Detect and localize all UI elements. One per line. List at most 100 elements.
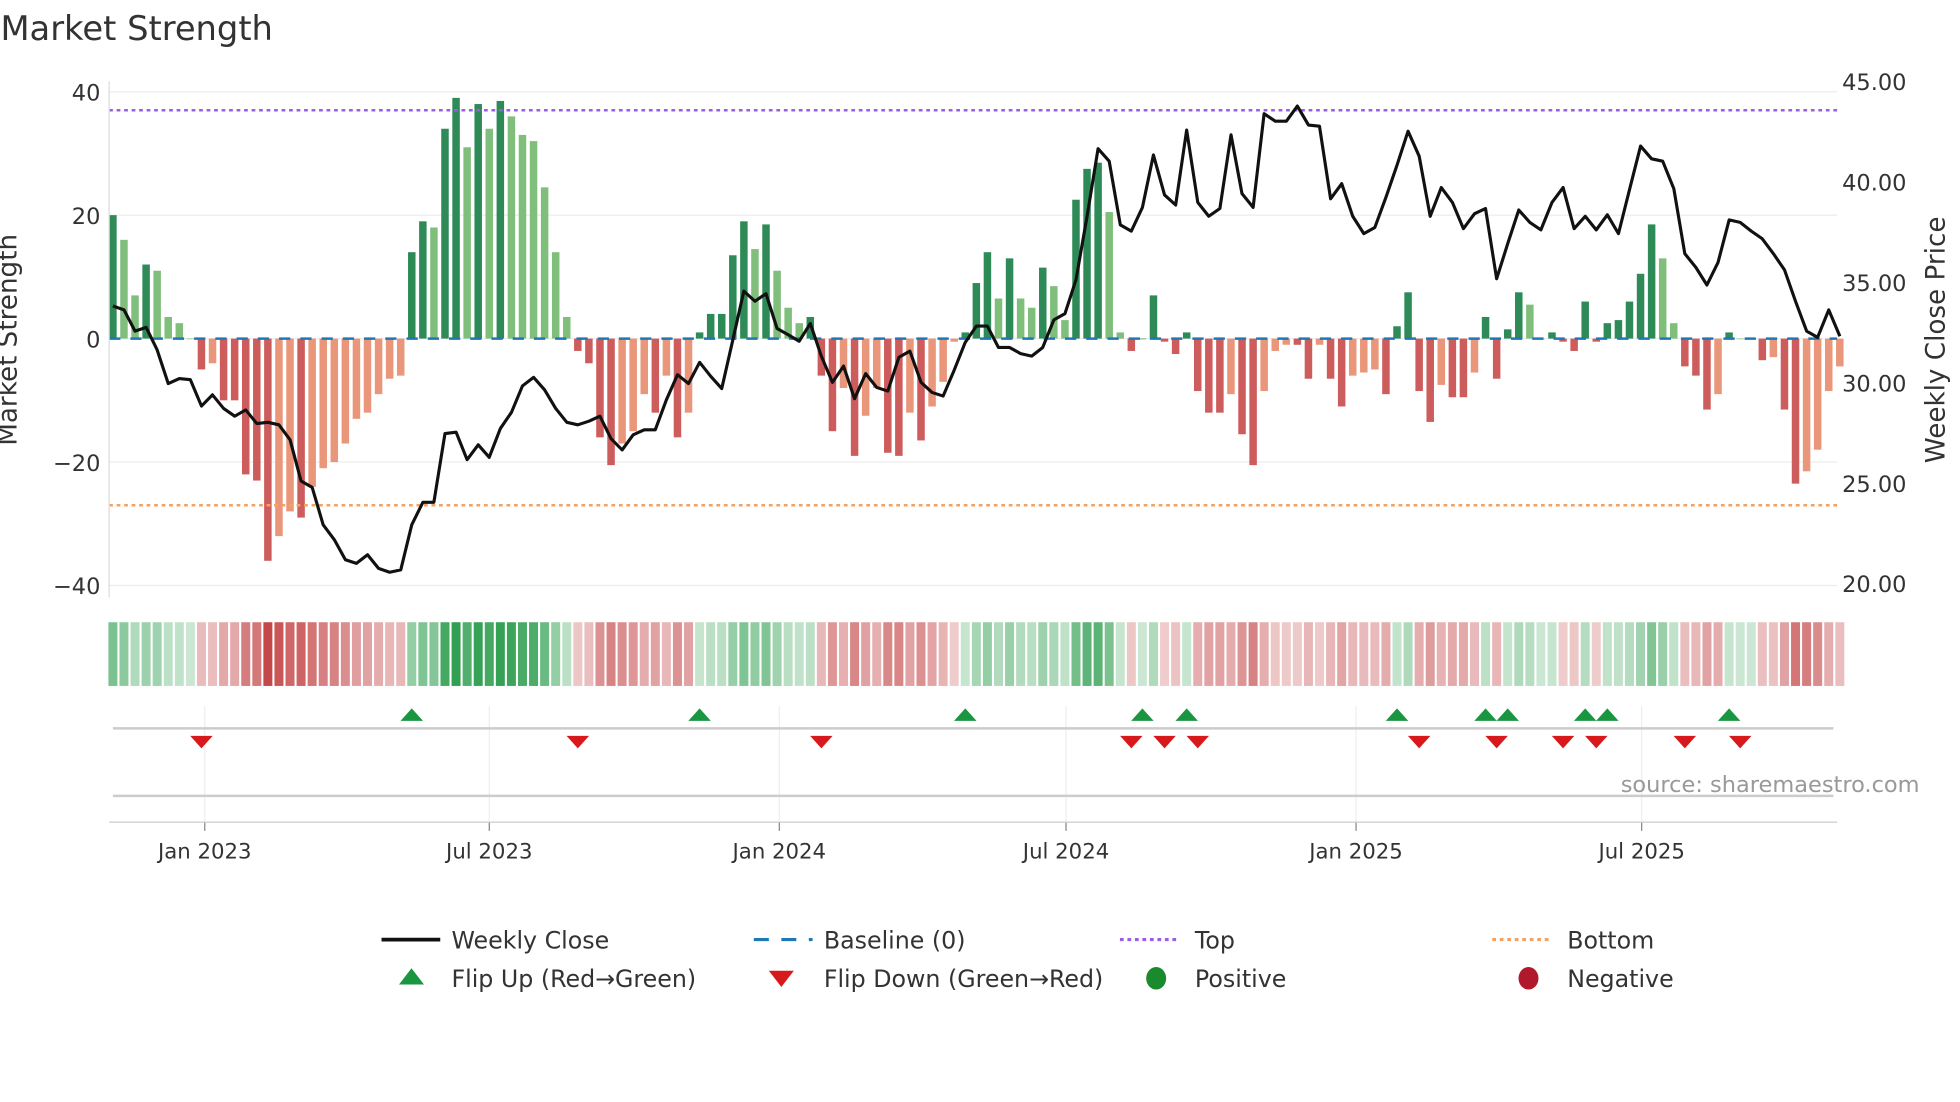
strip-cell [1204,622,1214,686]
strip-cell [639,622,649,686]
strip-cell [241,622,251,686]
strength-bar [109,215,117,339]
strip-cell [1636,622,1646,686]
strength-bar [1448,338,1457,398]
strip-cell [1824,622,1834,686]
strength-bar [286,338,294,512]
strip-cell [1724,622,1734,686]
strip-cell [1436,622,1446,686]
strip-cell [208,622,218,686]
strength-bar [175,323,184,339]
strength-bar [419,221,427,339]
strip-cell [1458,622,1468,686]
strip-cell [905,622,915,686]
strength-bar [1681,338,1689,367]
strip-cell [484,622,494,686]
strength-bar [153,270,161,339]
strip-cell [1303,622,1313,686]
strength-bar [1016,298,1025,339]
strip-cell [739,622,749,686]
strip-cell [407,622,417,686]
flip-up-marker [1717,708,1741,721]
strip-cell [307,622,317,686]
strip-cell [816,622,826,686]
strength-bar [1503,329,1512,339]
strip-cell [440,622,450,686]
strength-bar [1459,338,1468,398]
strength-bar [629,338,637,432]
strength-bar [717,313,726,339]
strength-bar [1581,301,1589,339]
strip-cell [263,622,273,686]
strength-bar [253,338,261,481]
strip-cell [850,622,860,686]
x-tick-label: Jan 2023 [156,839,252,864]
strip-cell [1481,622,1491,686]
strip-cell [1337,622,1347,686]
strength-bar [540,187,549,339]
strip-cell [1669,622,1679,686]
strength-bar [1249,338,1257,466]
strip-cell [1702,622,1712,686]
flip-up-marker [1596,708,1619,721]
strip-cell [1060,622,1070,686]
x-tick-label: Jul 2024 [1021,839,1109,864]
strength-bar [1238,338,1246,435]
strip-cell [661,622,671,686]
strip-cell [761,622,771,686]
strip-cell [152,622,162,686]
legend-circle-icon [1146,967,1167,990]
strip-cell [1547,622,1557,686]
strip-cell [1259,622,1269,686]
strength-bar [529,141,538,339]
strip-cell [617,622,627,686]
strip-cell [1447,622,1457,686]
flip-up-marker [1474,708,1497,721]
strip-cell [927,622,937,686]
strength-bar [740,221,748,339]
strip-cell [174,622,184,686]
strip-cell [628,622,638,686]
strip-cell [351,622,361,686]
flip-down-marker [1551,735,1575,749]
strip-cell [1049,622,1059,686]
strip-cell [1735,622,1745,686]
strength-bar [1625,301,1634,339]
strip-cell [960,622,970,686]
legend-up-icon [399,968,425,985]
strength-bar [308,338,316,487]
strength-bar [241,338,250,475]
flip-up-marker [688,708,711,721]
y2-tick-label: 20.00 [1842,572,1906,598]
strip-cell [230,622,240,686]
strip-cell [883,622,893,686]
grid [109,91,1838,823]
strip-cell [196,622,206,686]
strength-bar [1182,332,1191,339]
strip-cell [1148,622,1158,686]
strength-bar [1039,267,1047,339]
flip-up-marker [1175,708,1198,721]
strength-bar [408,252,416,339]
chart-title: Market Strength [0,9,272,48]
strength-bar [1614,320,1623,339]
strip-cell [1038,622,1048,686]
strip-cell [1602,622,1612,686]
strength-bar [1714,338,1722,395]
legend-label: Baseline (0) [824,926,966,954]
strength-bar [208,338,217,364]
strip-cell [1746,622,1756,686]
legend-label: Positive [1195,965,1286,993]
strip-cell [1115,622,1125,686]
strip-cell [329,622,339,686]
strength-bar [574,338,582,351]
y2-axis-label: Weekly Close Price [1922,217,1952,464]
strip-cell [517,622,527,686]
y2-tick-label: 40.00 [1842,170,1906,196]
strip-cell [1403,622,1413,686]
strip-cell [1802,622,1812,686]
strip-cell [783,622,793,686]
strip-cell [949,622,959,686]
strip-cell [562,622,572,686]
strip-cell [385,622,395,686]
